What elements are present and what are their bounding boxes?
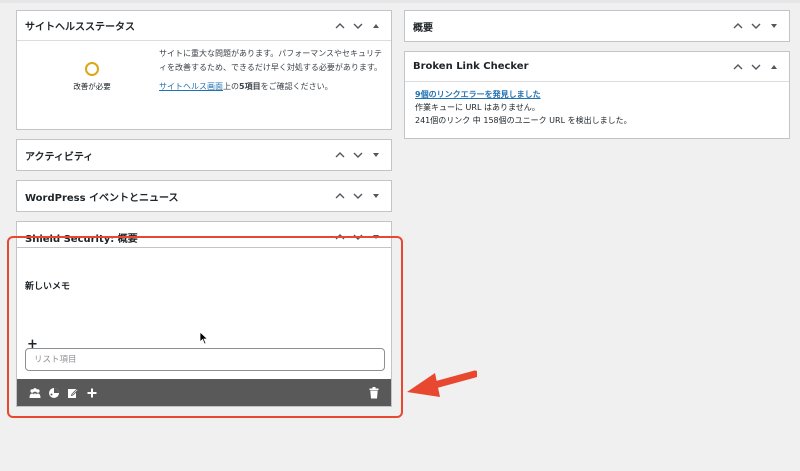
overview-title: 概要	[413, 22, 433, 34]
activity-widget: アクティビティ	[16, 139, 392, 171]
toggle-panel-icon[interactable]	[367, 16, 385, 36]
issue-count: 5項目	[239, 82, 261, 91]
mouse-cursor-icon	[199, 331, 209, 345]
toggle-panel-icon[interactable]	[367, 186, 385, 206]
dashboard-column-right: 概要 Broken Link Checker 9個のリンクエラーを発見しました …	[404, 10, 790, 148]
note-toolbar	[17, 379, 391, 406]
users-icon[interactable]	[25, 383, 44, 402]
events-news-widget: WordPress イベントとニュース	[16, 180, 392, 212]
color-palette-icon[interactable]	[44, 383, 63, 402]
list-item-input[interactable]	[25, 348, 385, 371]
site-health-widget: サイトヘルスステータス 改善が必要 サイトに重大な問題があります。パフォーマンス…	[16, 10, 392, 130]
sticky-note-widget: 新しいメモ +	[16, 247, 392, 407]
move-up-icon[interactable]	[331, 186, 349, 206]
top-border	[0, 0, 800, 3]
health-status-label: 改善が必要	[73, 82, 111, 91]
move-down-icon[interactable]	[349, 145, 367, 165]
site-health-header[interactable]: サイトヘルスステータス	[17, 11, 391, 41]
add-icon[interactable]	[82, 383, 101, 402]
broken-link-checker-title: Broken Link Checker	[413, 61, 529, 72]
move-up-icon[interactable]	[331, 16, 349, 36]
queue-status-text: 作業キューに URL はありません。	[415, 103, 540, 112]
toggle-panel-icon[interactable]	[765, 57, 783, 77]
health-status-circle-icon	[85, 62, 99, 76]
link-errors-link[interactable]: 9個のリンクエラーを発見しました	[415, 90, 541, 99]
site-health-link[interactable]: サイトヘルス画面	[159, 82, 223, 91]
activity-header[interactable]: アクティビティ	[17, 140, 391, 170]
edit-note-icon[interactable]	[63, 383, 82, 402]
health-action-text: サイトヘルス画面上の5項目をご確認ください。	[159, 82, 333, 91]
events-news-header[interactable]: WordPress イベントとニュース	[17, 181, 391, 211]
move-down-icon[interactable]	[747, 57, 765, 77]
toggle-panel-icon[interactable]	[367, 145, 385, 165]
dashboard-column-left: サイトヘルスステータス 改善が必要 サイトに重大な問題があります。パフォーマンス…	[16, 10, 392, 262]
site-health-title: サイトヘルスステータス	[25, 22, 135, 33]
overview-header[interactable]: 概要	[405, 11, 789, 41]
note-title[interactable]: 新しいメモ	[25, 279, 70, 292]
move-up-icon[interactable]	[729, 16, 747, 36]
trash-icon[interactable]	[364, 383, 383, 402]
move-down-icon[interactable]	[349, 16, 367, 36]
broken-link-checker-widget: Broken Link Checker 9個のリンクエラーを発見しました 作業キ…	[404, 51, 790, 139]
move-down-icon[interactable]	[349, 186, 367, 206]
toggle-panel-icon[interactable]	[765, 16, 783, 36]
move-up-icon[interactable]	[729, 57, 747, 77]
links-summary-text: 241個のリンク 中 158個のユニーク URL を検出しました。	[415, 116, 632, 125]
health-description: サイトに重大な問題があります。パフォーマンスやセキュリティを改善するため、できる…	[159, 49, 383, 72]
overview-widget: 概要	[404, 10, 790, 42]
move-down-icon[interactable]	[747, 16, 765, 36]
activity-title: アクティビティ	[25, 151, 94, 163]
move-up-icon[interactable]	[331, 145, 349, 165]
annotation-arrow-icon	[407, 370, 477, 397]
broken-link-checker-header[interactable]: Broken Link Checker	[405, 52, 789, 82]
events-news-title: WordPress イベントとニュース	[25, 192, 179, 204]
